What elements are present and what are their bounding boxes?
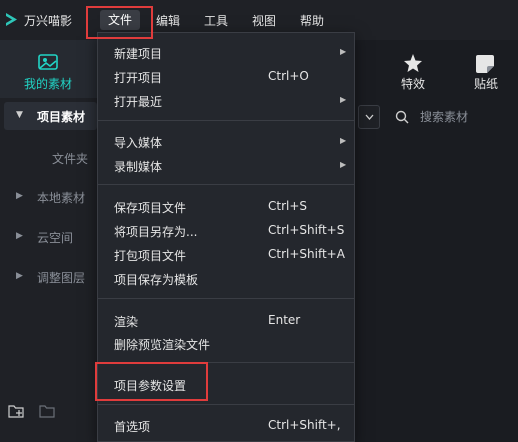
menu-item-shortcut: Ctrl+S (268, 199, 308, 213)
folder-icon[interactable] (39, 404, 55, 418)
menu-item-render[interactable]: 渲染 Enter (98, 309, 354, 331)
menu-item-label: 打开最近 (114, 95, 163, 109)
sort-dropdown[interactable] (358, 105, 380, 129)
submenu-arrow-icon: ▶ (340, 160, 347, 169)
menu-item-project-settings[interactable]: 项目参数设置 (98, 373, 354, 395)
menu-item-shortcut: Enter (268, 313, 301, 327)
menu-item-shortcut: Ctrl+Shift+, (268, 418, 341, 432)
menu-item-label: 录制媒体 (114, 160, 163, 174)
chevron-right-icon: ▶ (16, 271, 23, 281)
menu-item-import-media[interactable]: 导入媒体 ▶ (98, 130, 354, 152)
menu-item-open-project[interactable]: 打开项目 Ctrl+O (98, 65, 354, 87)
stickers-label[interactable]: 贴纸 (474, 75, 498, 92)
menu-separator (98, 362, 354, 363)
app-logo-icon (6, 13, 17, 26)
sidebar-item-label: 项目素材 (37, 110, 86, 124)
new-folder-icon[interactable] (8, 404, 24, 418)
effects-label[interactable]: 特效 (401, 75, 425, 92)
menu-item-label: 保存项目文件 (114, 201, 187, 215)
menu-edit[interactable]: 编辑 (156, 12, 180, 29)
search-input[interactable] (420, 106, 510, 128)
menu-item-label: 打开项目 (114, 71, 163, 85)
menu-item-label: 渲染 (114, 315, 139, 329)
my-media-label: 我的素材 (24, 77, 73, 91)
sidebar-item-label: 本地素材 (37, 191, 86, 205)
menu-item-save-project[interactable]: 保存项目文件 Ctrl+S (98, 195, 354, 217)
media-library-icon (38, 54, 58, 70)
search-icon (395, 110, 409, 124)
menu-item-save-as[interactable]: 将项目另存为... Ctrl+Shift+S (98, 219, 354, 241)
stickers-icon[interactable] (474, 52, 498, 74)
menu-item-label: 项目参数设置 (114, 379, 187, 393)
sidebar-item-project-media[interactable]: ▼ 项目素材 (4, 102, 97, 130)
menu-item-label: 首选项 (114, 420, 151, 434)
chevron-right-icon: ▶ (16, 191, 23, 201)
menu-item-shortcut: Ctrl+Shift+S (268, 223, 345, 237)
sidebar-item-label: 云空间 (37, 231, 74, 245)
menu-item-record-media[interactable]: 录制媒体 ▶ (98, 154, 354, 176)
menu-help[interactable]: 帮助 (300, 12, 324, 29)
menu-file[interactable]: 文件 (100, 10, 140, 30)
menu-tools[interactable]: 工具 (204, 12, 228, 29)
menu-view[interactable]: 视图 (252, 12, 276, 29)
sidebar-item-adjustment-layer[interactable]: ▶ 调整图层 (4, 263, 97, 291)
sidebar-item-local-media[interactable]: ▶ 本地素材 (4, 183, 97, 211)
menu-item-new-project[interactable]: 新建项目 ▶ (98, 41, 354, 63)
chevron-down-icon: ▼ (16, 110, 23, 120)
menu-item-delete-preview-render[interactable]: 删除预览渲染文件 (98, 332, 354, 354)
menu-item-pack-project[interactable]: 打包项目文件 Ctrl+Shift+A (98, 243, 354, 265)
chevron-down-icon (365, 114, 374, 120)
menu-item-label: 新建项目 (114, 47, 163, 61)
file-menu-dropdown: 新建项目 ▶ 打开项目 Ctrl+O 打开最近 ▶ 导入媒体 ▶ 录制媒体 ▶ … (97, 32, 355, 442)
sidebar-item-label: 调整图层 (37, 271, 86, 285)
folder-item[interactable]: 文件夹 (52, 150, 88, 167)
app-name: 万兴喵影 (24, 14, 73, 28)
submenu-arrow-icon: ▶ (340, 47, 347, 56)
menu-item-shortcut: Ctrl+O (268, 69, 309, 83)
menu-separator (98, 298, 354, 299)
chevron-right-icon: ▶ (16, 231, 23, 241)
submenu-arrow-icon: ▶ (340, 95, 347, 104)
submenu-arrow-icon: ▶ (340, 136, 347, 145)
menu-item-open-recent[interactable]: 打开最近 ▶ (98, 89, 354, 111)
effects-icon[interactable] (401, 52, 425, 74)
menu-separator (98, 184, 354, 185)
sidebar-item-cloud[interactable]: ▶ 云空间 (4, 223, 97, 251)
menu-item-save-as-template[interactable]: 项目保存为模板 (98, 267, 354, 289)
menu-item-label: 将项目另存为... (114, 225, 198, 239)
menu-item-label: 项目保存为模板 (114, 273, 199, 287)
menu-separator (98, 120, 354, 121)
menu-item-shortcut: Ctrl+Shift+A (268, 247, 345, 261)
menu-item-preferences[interactable]: 首选项 Ctrl+Shift+, (98, 414, 354, 436)
menu-item-label: 导入媒体 (114, 136, 163, 150)
menu-item-label: 删除预览渲染文件 (114, 338, 211, 352)
menu-separator (98, 404, 354, 405)
menu-item-label: 打包项目文件 (114, 249, 187, 263)
